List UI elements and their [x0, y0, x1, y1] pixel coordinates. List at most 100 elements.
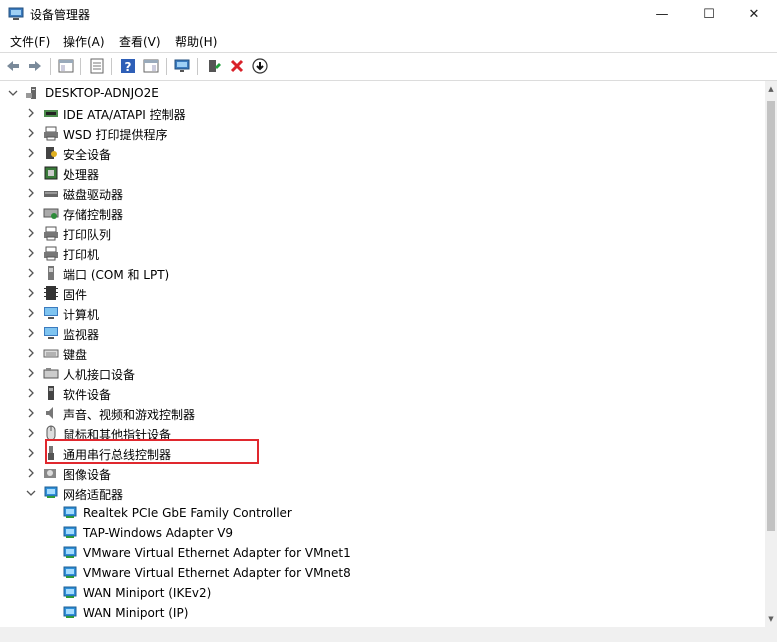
tree-category-label: 打印机 — [63, 248, 100, 262]
back-button[interactable] — [4, 57, 22, 75]
tree-root[interactable]: DESKTOP-ADNJO2E — [0, 83, 765, 103]
tree-device[interactable]: WAN Miniport (IKEv2) — [0, 583, 765, 603]
monitor-icon — [44, 327, 58, 339]
minimize-button[interactable]: — — [639, 0, 685, 28]
chevron-right-icon[interactable] — [25, 127, 37, 139]
chevron-right-icon[interactable] — [25, 387, 37, 399]
disable-device-icon — [252, 58, 268, 74]
chevron-right-icon[interactable] — [25, 107, 37, 119]
properties-icon — [90, 58, 104, 74]
chevron-right-icon[interactable] — [25, 267, 37, 279]
computer-root-icon — [26, 87, 36, 99]
horizontal-scrollbar[interactable] — [0, 627, 765, 642]
imaging-device-icon — [44, 469, 56, 478]
tree-category-label: 图像设备 — [63, 468, 112, 482]
tree-device[interactable]: VMware Virtual Ethernet Adapter for VMne… — [0, 563, 765, 583]
tree-device[interactable]: Realtek PCIe GbE Family Controller — [0, 503, 765, 523]
network-adapter-icon — [44, 486, 58, 498]
chevron-right-icon[interactable] — [25, 327, 37, 339]
tree-category[interactable]: 打印队列 — [0, 223, 765, 243]
help-button[interactable]: ? — [119, 57, 137, 75]
close-button[interactable]: ✕ — [731, 0, 777, 28]
ide-controller-icon — [44, 110, 58, 117]
scroll-up-icon[interactable]: ▲ — [767, 85, 775, 93]
tree-category[interactable]: 处理器 — [0, 163, 765, 183]
forward-button[interactable] — [26, 57, 44, 75]
computer-icon — [44, 307, 58, 319]
tree-device-label: TAP-Windows Adapter V9 — [83, 526, 234, 540]
tree-category-label: 声音、视频和游戏控制器 — [63, 408, 196, 422]
chevron-right-icon[interactable] — [25, 247, 37, 259]
tree-category[interactable]: 声音、视频和游戏控制器 — [0, 403, 765, 423]
tree-category[interactable]: 软件设备 — [0, 383, 765, 403]
console-tree-button[interactable] — [57, 57, 75, 75]
maximize-button[interactable]: ☐ — [686, 0, 732, 28]
tree-device-label: WAN Miniport (IKEv2) — [83, 586, 212, 600]
tree-category[interactable]: 图像设备 — [0, 463, 765, 483]
toolbar-separator — [111, 58, 112, 75]
chevron-down-icon[interactable] — [25, 487, 37, 499]
device-tree: DESKTOP-ADNJO2E IDE ATA/ATAPI 控制器 WSD 打印提… — [0, 81, 765, 627]
menu-file[interactable]: 文件(F) — [10, 33, 50, 50]
tree-category[interactable]: 磁盘驱动器 — [0, 183, 765, 203]
sound-icon — [46, 407, 53, 419]
scroll-thumb[interactable] — [767, 101, 775, 531]
chevron-right-icon[interactable] — [25, 467, 37, 479]
tree-device[interactable]: WAN Miniport (IP) — [0, 603, 765, 623]
chevron-down-icon[interactable] — [7, 87, 19, 99]
vertical-scrollbar[interactable]: ▲ ▼ — [765, 81, 777, 627]
tree-category-label: 打印队列 — [63, 228, 112, 242]
tree-category[interactable]: 安全设备 — [0, 143, 765, 163]
maximize-icon: ☐ — [703, 6, 715, 22]
tree-category[interactable]: 打印机 — [0, 243, 765, 263]
chevron-right-icon[interactable] — [25, 287, 37, 299]
action-pane-button[interactable] — [142, 57, 160, 75]
update-driver-button[interactable] — [205, 57, 223, 75]
menu-view[interactable]: 查看(V) — [119, 33, 161, 50]
tree-category[interactable]: IDE ATA/ATAPI 控制器 — [0, 103, 765, 123]
tree-category[interactable]: 监视器 — [0, 323, 765, 343]
chevron-right-icon[interactable] — [25, 207, 37, 219]
chevron-right-icon[interactable] — [25, 447, 37, 459]
tree-category-label: 安全设备 — [63, 148, 112, 162]
tree-device-selected[interactable]: TAP-Windows Adapter V9 — [0, 523, 765, 543]
menu-help[interactable]: 帮助(H) — [175, 33, 217, 50]
chevron-right-icon[interactable] — [25, 147, 37, 159]
scroll-down-icon[interactable]: ▼ — [767, 615, 775, 623]
tree-category[interactable]: 端口 (COM 和 LPT) — [0, 263, 765, 283]
network-adapter-icon — [63, 606, 77, 618]
tree-category[interactable]: 键盘 — [0, 343, 765, 363]
chevron-right-icon[interactable] — [25, 367, 37, 379]
tree-category[interactable]: 固件 — [0, 283, 765, 303]
chevron-right-icon[interactable] — [25, 167, 37, 179]
tree-category-label: 处理器 — [63, 168, 100, 182]
tree-category[interactable]: 计算机 — [0, 303, 765, 323]
device-manager-icon — [8, 7, 24, 20]
properties-button[interactable] — [88, 57, 106, 75]
scan-hardware-button[interactable] — [173, 57, 191, 75]
tree-device-label: Realtek PCIe GbE Family Controller — [83, 506, 292, 520]
menu-action[interactable]: 操作(A) — [63, 33, 105, 50]
security-device-icon — [46, 147, 57, 159]
chevron-right-icon[interactable] — [25, 427, 37, 439]
chevron-right-icon[interactable] — [25, 347, 37, 359]
tree-category[interactable]: 存储控制器 — [0, 203, 765, 223]
toolbar: ? — [0, 52, 777, 81]
disable-device-button[interactable] — [251, 57, 269, 75]
back-icon — [7, 61, 19, 71]
chevron-right-icon[interactable] — [25, 307, 37, 319]
tree-category-label: 磁盘驱动器 — [63, 188, 124, 202]
tree-device[interactable]: VMware Virtual Ethernet Adapter for VMne… — [0, 543, 765, 563]
uninstall-device-button[interactable] — [228, 57, 246, 75]
selection-highlight — [45, 439, 259, 464]
toolbar-separator — [50, 58, 51, 75]
tree-category[interactable]: 人机接口设备 — [0, 363, 765, 383]
chevron-right-icon[interactable] — [25, 187, 37, 199]
scan-hardware-icon — [174, 59, 190, 72]
tree-category[interactable]: WSD 打印提供程序 — [0, 123, 765, 143]
tree-category[interactable]: 网络适配器 — [0, 483, 765, 503]
show-hide-console-tree-icon — [58, 59, 74, 73]
chevron-right-icon[interactable] — [25, 407, 37, 419]
processor-icon — [44, 166, 58, 180]
chevron-right-icon[interactable] — [25, 227, 37, 239]
